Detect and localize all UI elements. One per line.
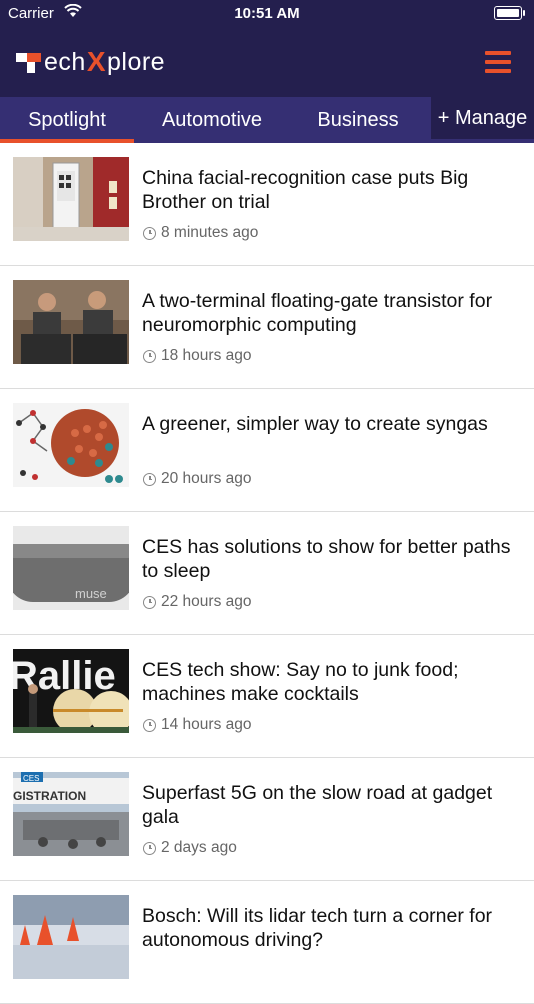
article-meta: 2 days ago bbox=[143, 839, 237, 857]
article-title[interactable]: A two-terminal floating-gate transistor … bbox=[142, 289, 517, 337]
article-thumbnail: muse bbox=[13, 526, 129, 610]
article-thumbnail bbox=[13, 157, 129, 241]
rallie-sign: Rallie bbox=[13, 654, 116, 698]
list-item[interactable]: A greener, simpler way to create syngas … bbox=[0, 389, 534, 512]
clock-icon bbox=[143, 226, 156, 240]
article-thumbnail bbox=[13, 280, 129, 364]
article-meta: 14 hours ago bbox=[143, 716, 252, 734]
tab-automotive[interactable]: Automotive bbox=[145, 97, 279, 143]
article-meta: 18 hours ago bbox=[143, 347, 252, 365]
techxplore-logo[interactable]: ech X plore bbox=[16, 46, 165, 78]
article-timestamp: 18 hours ago bbox=[161, 347, 252, 364]
logo-text-x: X bbox=[86, 46, 106, 77]
article-title[interactable]: CES tech show: Say no to junk food; mach… bbox=[142, 658, 517, 706]
article-list: China facial-recognition case puts Big B… bbox=[0, 143, 534, 1004]
status-time: 10:51 AM bbox=[234, 5, 300, 22]
article-thumbnail bbox=[13, 403, 129, 487]
article-timestamp: 8 minutes ago bbox=[161, 224, 259, 241]
article-title[interactable]: Superfast 5G on the slow road at gadget … bbox=[142, 781, 517, 829]
logo-mark-icon bbox=[16, 51, 42, 73]
manage-tabs-button[interactable]: + Manage bbox=[431, 97, 534, 139]
article-thumbnail: Rallie bbox=[13, 649, 129, 733]
article-meta: 8 minutes ago bbox=[143, 224, 258, 242]
clock-icon bbox=[143, 718, 156, 732]
logo-text-ech: ech bbox=[44, 47, 86, 76]
list-item[interactable]: Rallie CES tech show: Say no to junk foo… bbox=[0, 635, 534, 758]
tab-business[interactable]: Business bbox=[292, 97, 424, 143]
status-bar: Carrier 10:51 AM bbox=[0, 0, 534, 30]
list-item[interactable]: China facial-recognition case puts Big B… bbox=[0, 143, 534, 266]
article-title[interactable]: CES has solutions to show for better pat… bbox=[142, 535, 517, 583]
clock-icon bbox=[143, 841, 156, 855]
article-thumbnail: GISTRATION CES bbox=[13, 772, 129, 856]
article-thumbnail bbox=[13, 895, 129, 979]
list-item[interactable]: muse CES has solutions to show for bette… bbox=[0, 512, 534, 635]
article-title[interactable]: Bosch: Will its lidar tech turn a corner… bbox=[142, 904, 517, 952]
article-timestamp: 14 hours ago bbox=[161, 716, 252, 733]
clock-icon bbox=[143, 472, 156, 486]
registration-sign: GISTRATION bbox=[13, 789, 86, 803]
clock-icon bbox=[143, 349, 156, 363]
list-item[interactable]: GISTRATION CES Superfast 5G on the slow … bbox=[0, 758, 534, 881]
article-title[interactable]: China facial-recognition case puts Big B… bbox=[142, 166, 517, 214]
article-timestamp: 20 hours ago bbox=[161, 470, 252, 487]
clock-icon bbox=[143, 595, 156, 609]
app-header: Carrier 10:51 AM ech X plore bbox=[0, 0, 534, 97]
list-item[interactable]: Bosch: Will its lidar tech turn a corner… bbox=[0, 881, 534, 1004]
muse-label: muse bbox=[75, 586, 107, 601]
article-timestamp: 2 days ago bbox=[161, 839, 237, 856]
article-title[interactable]: A greener, simpler way to create syngas bbox=[142, 412, 517, 436]
hamburger-menu-icon[interactable] bbox=[485, 51, 511, 73]
article-meta: 20 hours ago bbox=[143, 470, 252, 488]
logo-text-plore: plore bbox=[107, 47, 166, 76]
battery-icon bbox=[494, 6, 525, 20]
tab-spotlight[interactable]: Spotlight bbox=[0, 97, 134, 143]
ces-banner: CES bbox=[23, 774, 39, 783]
article-meta: 22 hours ago bbox=[143, 593, 252, 611]
article-timestamp: 22 hours ago bbox=[161, 593, 252, 610]
list-item[interactable]: A two-terminal floating-gate transistor … bbox=[0, 266, 534, 389]
